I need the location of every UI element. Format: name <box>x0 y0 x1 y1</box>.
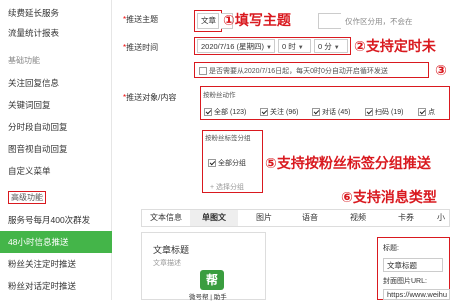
sidebar-item[interactable]: 关注回复信息 <box>0 72 112 94</box>
tag-all-checkbox[interactable] <box>208 159 216 168</box>
edit-title-label: 标题: <box>383 245 399 252</box>
sidebar-item-label: 关注回复信息 <box>8 78 60 88</box>
annotation-2: ②支持定时未 <box>354 38 436 54</box>
chevron-down-icon: ▼ <box>265 45 272 51</box>
action-count: (96) <box>286 109 299 116</box>
action-filter-options: 全部 (123) 关注 (96) 对话 (45) 扫码 (19) 点 <box>204 107 450 117</box>
repeat-option[interactable]: 是否需要从2020/7/16日起，每天0时0分自动开启循环发送 <box>199 66 388 76</box>
sidebar-item-label: 48小时信息推送 <box>8 237 69 247</box>
article-title: 文章标题 <box>153 245 190 255</box>
hour-select[interactable]: 0 时 ▼ <box>278 39 311 53</box>
action-label: 关注 <box>270 109 284 116</box>
message-type-tabs: 文本信息 单图文 图片 语音 视频 卡券小 <box>141 209 450 227</box>
tab-message-type[interactable]: 单图文 <box>190 210 238 226</box>
sidebar-item[interactable]: 粉丝关注定时推送 <box>0 253 112 275</box>
sidebar-item-label: 流量统计报表 <box>8 28 60 38</box>
sidebar-group-heading: 基础功能 <box>0 50 112 72</box>
sidebar-item[interactable]: 图音视自动回复 <box>0 138 112 160</box>
action-option[interactable]: 对话 (45) <box>312 107 350 117</box>
action-count: (123) <box>230 109 247 116</box>
annotation-5: ⑤支持按粉丝标签分组推送 <box>265 155 431 171</box>
tag-all-option[interactable]: 全部分组 <box>208 158 246 168</box>
sidebar-item-label: 高级功能 <box>8 191 46 204</box>
audience-label: *推送对象/内容 <box>123 93 177 102</box>
sidebar-item-label: 粉丝关注定时推送 <box>8 259 77 269</box>
action-checkbox[interactable] <box>204 108 212 117</box>
annotation-1: ①填写主题 <box>223 12 291 28</box>
time-label: *推送时间 <box>123 43 159 52</box>
theme-input[interactable]: 文章 <box>197 13 219 29</box>
action-count: (19) <box>391 109 404 116</box>
tab-message-type[interactable]: 文本信息 <box>144 210 188 226</box>
tab-message-type[interactable]: 视频 <box>336 210 380 226</box>
article-preview: 文章标题 文章描述 帮 微号帮 | 助手 <box>141 232 266 301</box>
sidebar-item[interactable]: 自定义菜单 <box>0 160 112 182</box>
sidebar-item-label: 粉丝对话定时推送 <box>8 281 77 291</box>
sidebar-item-label: 关键词回复 <box>8 100 51 110</box>
tab-message-type[interactable]: 卡券 <box>386 210 426 226</box>
action-option[interactable]: 关注 (96) <box>260 107 298 117</box>
annotation-6: ⑥支持消息类型 <box>341 189 437 205</box>
repeat-checkbox[interactable] <box>199 67 207 76</box>
sidebar-item[interactable]: 粉丝对话定时推送 <box>0 275 112 297</box>
theme-input-tail[interactable] <box>318 13 341 29</box>
action-checkbox[interactable] <box>418 108 426 117</box>
action-label: 全部 <box>214 109 228 116</box>
action-checkbox[interactable] <box>312 108 320 117</box>
sidebar: 续费延长服务 流量统计报表 基础功能关注回复信息 关键词回复分时段自动回复 图音视自动回… <box>0 0 112 300</box>
annotation-3: ③ <box>435 62 447 78</box>
tab-message-type[interactable]: 语音 <box>290 210 330 226</box>
action-label: 点 <box>428 109 435 116</box>
action-checkbox[interactable] <box>365 108 373 117</box>
action-option[interactable]: 点 <box>418 107 437 117</box>
main-area: *推送主题 文章 ①填写主题 仅作区分用，不会在 *推送时间 2020/7/16… <box>113 0 450 301</box>
edit-cover-input[interactable]: https://www.weihu <box>383 289 450 300</box>
add-group-link[interactable]: + 选择分组 <box>210 182 244 192</box>
logo-icon: 帮 <box>200 270 224 290</box>
date-select[interactable]: 2020/7/16 (星期四) ▼ <box>197 39 275 53</box>
article-desc: 文章描述 <box>153 260 181 267</box>
sidebar-group-heading-highlighted: 高级功能 <box>0 187 112 209</box>
action-label: 扫码 <box>375 109 389 116</box>
sidebar-item-label: 基础功能 <box>8 56 40 65</box>
sidebar-item-label: 续费延长服务 <box>8 8 60 18</box>
chevron-down-icon: ▼ <box>297 45 304 51</box>
edit-title-input[interactable]: 文章标题 <box>383 258 443 272</box>
action-filter-title: 按粉丝动作 <box>203 92 236 99</box>
sidebar-item[interactable]: 关键词回复 <box>0 94 112 116</box>
sidebar-item-label: 分时段自动回复 <box>8 122 68 132</box>
action-option[interactable]: 全部 (123) <box>204 107 246 117</box>
sidebar-item-label: 图音视自动回复 <box>8 144 68 154</box>
action-label: 对话 <box>322 109 336 116</box>
sidebar-item[interactable]: 分时段自动回复 <box>0 116 112 138</box>
sidebar-item[interactable]: 流量统计报表 <box>0 22 112 44</box>
action-checkbox[interactable] <box>260 108 268 117</box>
tag-filter-title: 按粉丝标签分组 <box>205 135 251 142</box>
theme-hint: 仅作区分用，不会在 <box>345 17 413 26</box>
edit-cover-label: 封面图片URL: <box>383 278 427 285</box>
sidebar-item-label: 自定义菜单 <box>8 166 51 176</box>
sidebar-item-label: 服务号每月400次群发 <box>8 215 91 225</box>
action-count: (45) <box>338 109 351 116</box>
theme-label: *推送主题 <box>123 15 159 24</box>
sidebar-item-active[interactable]: 48小时信息推送 <box>0 231 112 253</box>
tab-message-type[interactable]: 图片 <box>244 210 284 226</box>
sidebar-item[interactable]: 续费延长服务 <box>0 2 112 24</box>
sidebar-item[interactable]: 服务号每月400次群发 <box>0 209 112 231</box>
minute-select[interactable]: 0 分 ▼ <box>314 39 348 53</box>
action-option[interactable]: 扫码 (19) <box>365 107 403 117</box>
chevron-down-icon: ▼ <box>333 45 340 51</box>
tab-message-type[interactable]: 小 <box>432 210 450 226</box>
